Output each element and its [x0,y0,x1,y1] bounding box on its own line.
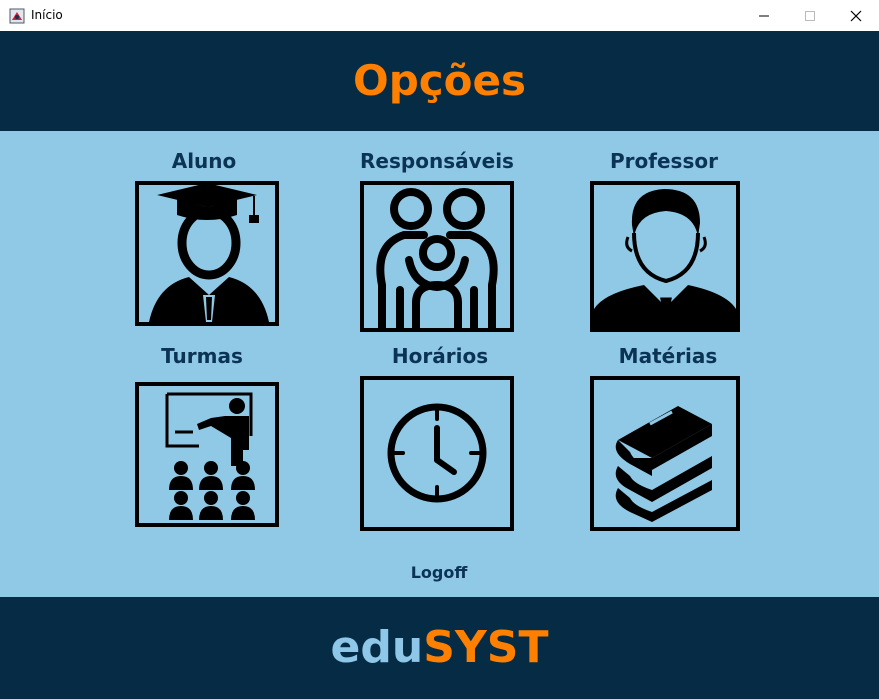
books-icon [615,406,712,522]
option-label-responsaveis: Responsáveis [360,149,514,173]
brand-part-syst: SYST [423,622,549,673]
close-icon [850,10,862,21]
aluno-button[interactable] [135,181,279,326]
option-label-horarios: Horários [391,344,489,368]
maximize-button[interactable] [787,0,833,31]
option-label-aluno: Aluno [171,149,237,173]
footer-bar: eduSYST [0,597,879,699]
professor-button[interactable] [590,181,740,332]
responsaveis-button[interactable] [360,181,514,332]
header-bar: Opções [0,31,879,131]
materias-button[interactable] [590,376,740,531]
option-label-materias: Matérias [618,344,718,368]
minimize-icon [759,15,769,16]
option-label-professor: Professor [610,149,718,173]
page-title: Opções [352,56,526,105]
options-panel: Aluno Responsáveis Professor Turmas Horá… [0,131,879,597]
minimize-button[interactable] [741,0,787,31]
logoff-link[interactable]: Logoff [389,563,489,582]
maximize-icon [805,10,815,21]
window-titlebar: Início [0,0,879,32]
classroom-icon [165,392,255,520]
family-icon [376,188,498,328]
turmas-button[interactable] [135,382,279,527]
brand-logo: eduSYST [0,621,879,675]
horarios-button[interactable] [360,376,514,531]
clock-icon [387,403,487,503]
student-graduate-icon [149,185,269,322]
java-app-icon [9,8,25,24]
option-label-turmas: Turmas [161,344,243,368]
close-button[interactable] [833,0,879,31]
brand-part-edu: edu [330,622,424,673]
window-title: Início [31,8,63,22]
teacher-person-icon [594,189,736,328]
